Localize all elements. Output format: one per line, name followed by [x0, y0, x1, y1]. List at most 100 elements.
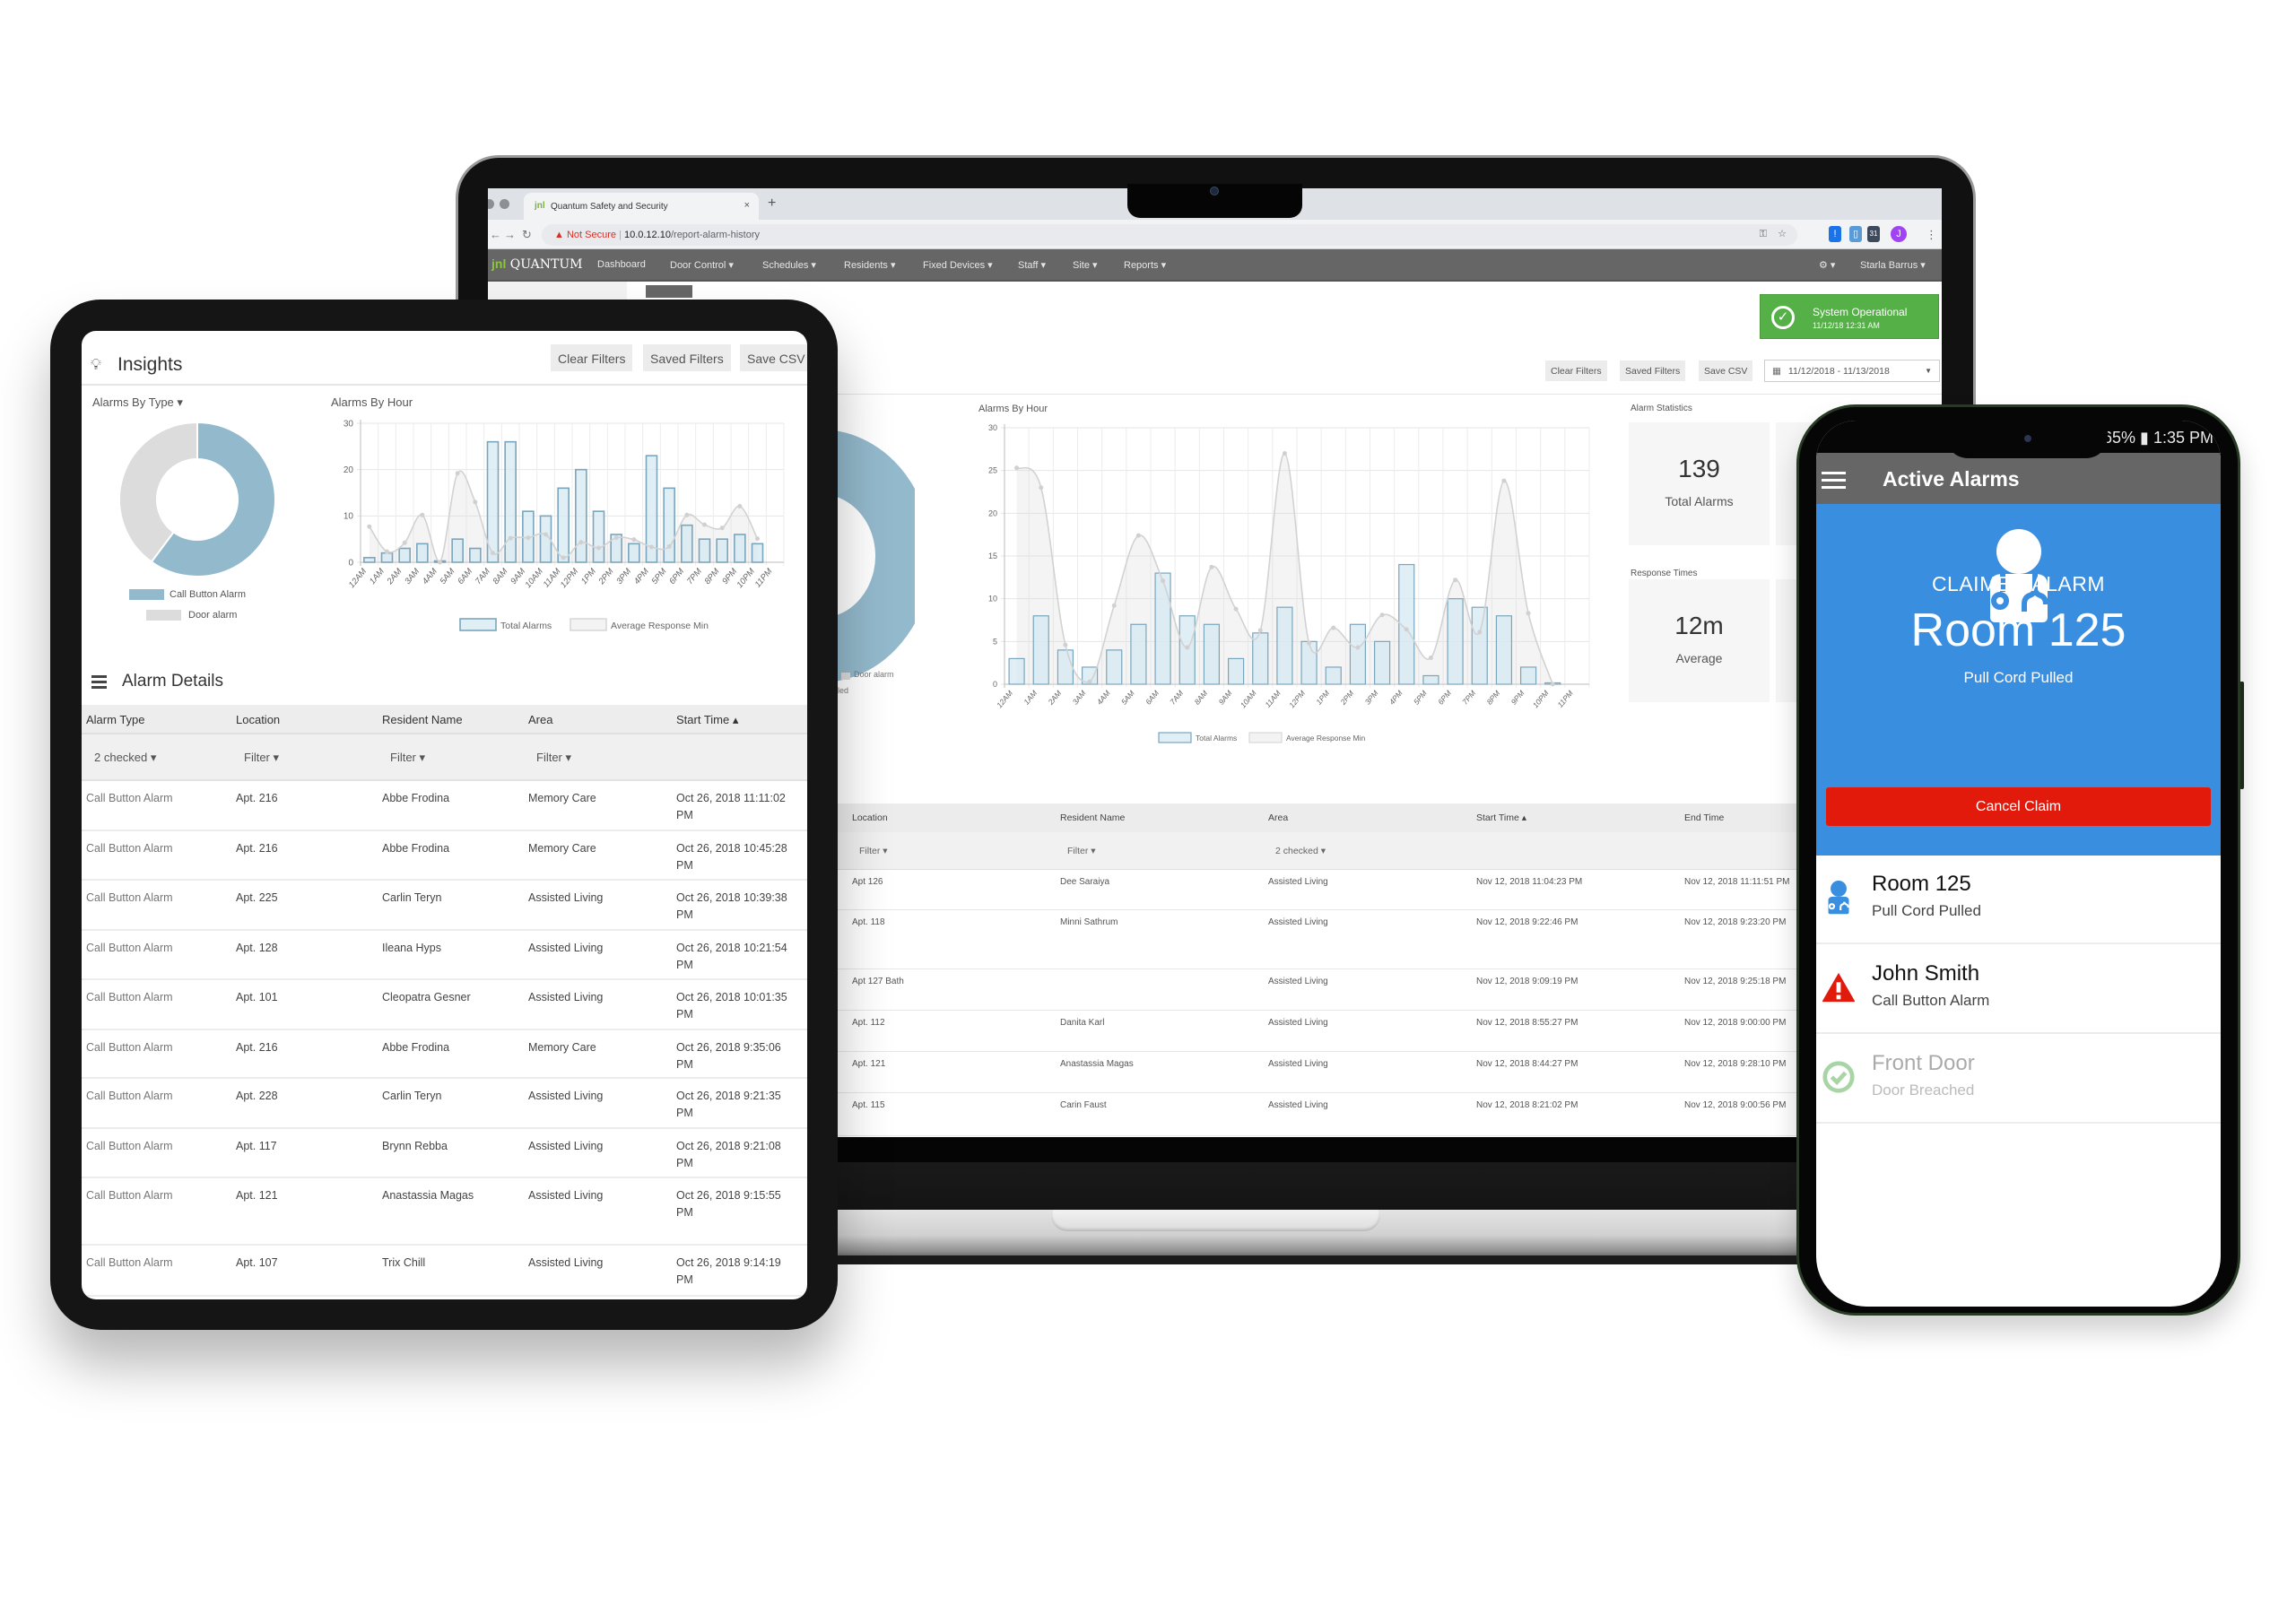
table-row[interactable]: Call Button Alarm Apt. 101 Cleopatra Gesne…	[82, 980, 807, 1030]
save-csv-button[interactable]: Save CSV	[1699, 360, 1753, 381]
menu-icon[interactable]	[91, 675, 107, 689]
window-close-dot[interactable]	[488, 199, 494, 209]
tablet-hour-bar-6AM[interactable]	[469, 547, 482, 563]
key-icon[interactable]: ⚿	[1760, 229, 1767, 240]
filter-resident-name[interactable]: Filter ▾	[1067, 846, 1096, 856]
table-row[interactable]: Call Button Alarm Apt. 107 Trix Chill Assis…	[82, 1246, 807, 1297]
laptop-hour-bar-7AM[interactable]	[1178, 615, 1196, 685]
tablet-hour-response-point[interactable]	[526, 535, 531, 541]
table-row[interactable]: Call Button Alarm Apt. 128 Ileana Hyps Assi…	[82, 931, 807, 980]
brand-logo[interactable]: jnl QUANTUM	[491, 256, 582, 272]
col-end-time[interactable]: End Time	[1684, 812, 1724, 823]
laptop-hour-response-point[interactable]	[1379, 612, 1385, 618]
date-range-picker[interactable]: ▦ 11/12/2018 - 11/13/2018 ▼	[1764, 360, 1940, 382]
extension-outlook-icon[interactable]: ▯	[1849, 226, 1862, 242]
tablet-hour-response-point[interactable]	[455, 471, 460, 476]
tablet-hour-response-point[interactable]	[702, 522, 707, 527]
laptop-hour-bar-8AM[interactable]	[1203, 623, 1221, 685]
table-row[interactable]: Call Button Alarm Apt. 121 Anastassia Maga…	[82, 1178, 807, 1246]
url-bar[interactable]: ▲ Not Secure | 10.0.12.10/report-alarm-h…	[542, 224, 1797, 246]
laptop-hour-bar-6PM[interactable]	[1447, 598, 1464, 685]
col-area[interactable]: Area	[1268, 812, 1288, 823]
filter-area[interactable]: Filter ▾	[536, 751, 571, 765]
laptop-hour-response-point[interactable]	[1209, 564, 1214, 569]
tablet-hour-response-point[interactable]	[596, 545, 601, 551]
tablet-hour-response-point[interactable]	[649, 544, 654, 550]
tablet-hour-bar-12AM[interactable]	[363, 557, 376, 563]
laptop-hour-response-point[interactable]	[1087, 679, 1092, 684]
tablet-hour-response-point[interactable]	[385, 549, 389, 554]
filter-location[interactable]: Filter ▾	[859, 846, 888, 856]
laptop-hour-bar-12PM[interactable]	[1300, 640, 1318, 685]
table-row[interactable]: Call Button Alarm Apt. 216 Abbe Frodina Mem…	[82, 1030, 807, 1079]
laptop-hour-response-point[interactable]	[1282, 451, 1287, 456]
laptop-hour-bar-6AM[interactable]	[1154, 572, 1171, 685]
tablet-hour-bar-5PM[interactable]	[663, 487, 675, 563]
tablet-hour-response-point[interactable]	[561, 555, 566, 560]
laptop-hour-response-point[interactable]	[1331, 625, 1336, 630]
laptop-hour-legend-swatch-response[interactable]	[1248, 732, 1283, 743]
profile-avatar[interactable]: J	[1891, 226, 1907, 242]
alarm-list-item[interactable]: Room 125 Pull Cord Pulled	[1816, 856, 2221, 944]
laptop-hour-response-point[interactable]	[1039, 485, 1044, 491]
clear-filters-button[interactable]: Clear Filters	[1545, 360, 1607, 381]
tablet-hour-bar-2AM[interactable]	[398, 547, 411, 563]
tablet-hour-bar-12PM[interactable]	[575, 468, 587, 563]
laptop-hour-bar-2AM[interactable]	[1057, 649, 1074, 685]
tablet-hour-response-point[interactable]	[402, 540, 407, 545]
filter-location[interactable]: Filter ▾	[244, 751, 279, 765]
browser-tab[interactable]: jnl Quantum Safety and Security ×	[524, 193, 759, 220]
tablet-hour-response-point[interactable]	[755, 536, 760, 542]
tablet-hour-response-point[interactable]	[491, 551, 495, 556]
tablet-hour-response-point[interactable]	[719, 526, 725, 531]
new-tab-button[interactable]: +	[768, 195, 776, 212]
laptop-hour-response-point[interactable]	[1111, 603, 1117, 608]
tablet-hour-bar-7PM[interactable]	[698, 538, 711, 563]
saved-filters-button[interactable]: Saved Filters	[1620, 360, 1686, 381]
tablet-hour-response-point[interactable]	[473, 499, 478, 505]
tablet-hour-response-point[interactable]	[544, 532, 548, 537]
table-row[interactable]: Call Button Alarm Apt. 228 Carlin Teryn Ass…	[82, 1079, 807, 1129]
back-icon[interactable]: ←	[490, 228, 501, 241]
nav-dashboard[interactable]: Dashboard	[597, 259, 646, 270]
tablet-hour-legend-swatch-total[interactable]	[459, 618, 497, 631]
col-location[interactable]: Location	[852, 812, 888, 823]
nav-site[interactable]: Site ▾	[1073, 259, 1098, 271]
forward-icon[interactable]: →	[504, 228, 516, 241]
tablet-hour-response-point[interactable]	[578, 540, 584, 545]
nav-schedules[interactable]: Schedules ▾	[762, 259, 816, 271]
alarms-by-type-dropdown[interactable]: Alarms By Type ▾	[92, 395, 183, 410]
laptop-hour-response-point[interactable]	[1233, 606, 1239, 612]
col-start-time[interactable]: Start Time ▴	[676, 713, 738, 727]
filter-resident-name[interactable]: Filter ▾	[390, 751, 425, 765]
table-row[interactable]: Call Button Alarm Apt. 117 Brynn Rebba Assi…	[82, 1129, 807, 1178]
table-row[interactable]: Call Button Alarm Apt. 225 Carlin Teryn Ass…	[82, 881, 807, 931]
close-tab-icon[interactable]: ×	[744, 200, 750, 211]
laptop-hour-bar-5AM[interactable]	[1130, 623, 1147, 685]
tablet-hour-bar-3PM[interactable]	[628, 543, 640, 563]
tablet-hour-bar-1PM[interactable]	[592, 510, 605, 563]
laptop-hour-response-point[interactable]	[1185, 645, 1190, 650]
tablet-hour-response-point[interactable]	[666, 543, 672, 549]
laptop-hour-bar-5PM[interactable]	[1422, 674, 1439, 685]
col-location[interactable]: Location	[236, 713, 280, 726]
tablet-hour-bar-6PM[interactable]	[681, 524, 693, 563]
cancel-claim-button[interactable]: Cancel Claim	[1826, 787, 2211, 826]
laptop-hour-bar-12AM[interactable]	[1008, 657, 1025, 685]
laptop-hour-response-point[interactable]	[1550, 682, 1555, 687]
tablet-hour-response-point[interactable]	[613, 535, 619, 541]
laptop-hour-legend-swatch-total[interactable]	[1158, 732, 1192, 743]
user-menu[interactable]: Starla Barrus ▾	[1860, 259, 1926, 271]
laptop-hour-bar-9PM[interactable]	[1519, 666, 1537, 685]
settings-menu[interactable]: ⚙ ▾	[1819, 259, 1835, 271]
menu-icon[interactable]	[1822, 472, 1846, 490]
view-toggle[interactable]	[646, 285, 692, 298]
tablet-hour-response-point[interactable]	[737, 503, 743, 508]
laptop-hour-response-point[interactable]	[1453, 578, 1458, 583]
nav-reports[interactable]: Reports ▾	[1124, 259, 1166, 271]
tablet-hour-bar-3AM[interactable]	[416, 543, 429, 563]
laptop-hour-bar-9AM[interactable]	[1227, 657, 1245, 685]
laptop-hour-response-point[interactable]	[1014, 465, 1020, 471]
laptop-hour-bar-1AM[interactable]	[1032, 615, 1049, 685]
table-row[interactable]: Call Button Alarm Apt. 216 Abbe Frodina Mem…	[82, 781, 807, 831]
